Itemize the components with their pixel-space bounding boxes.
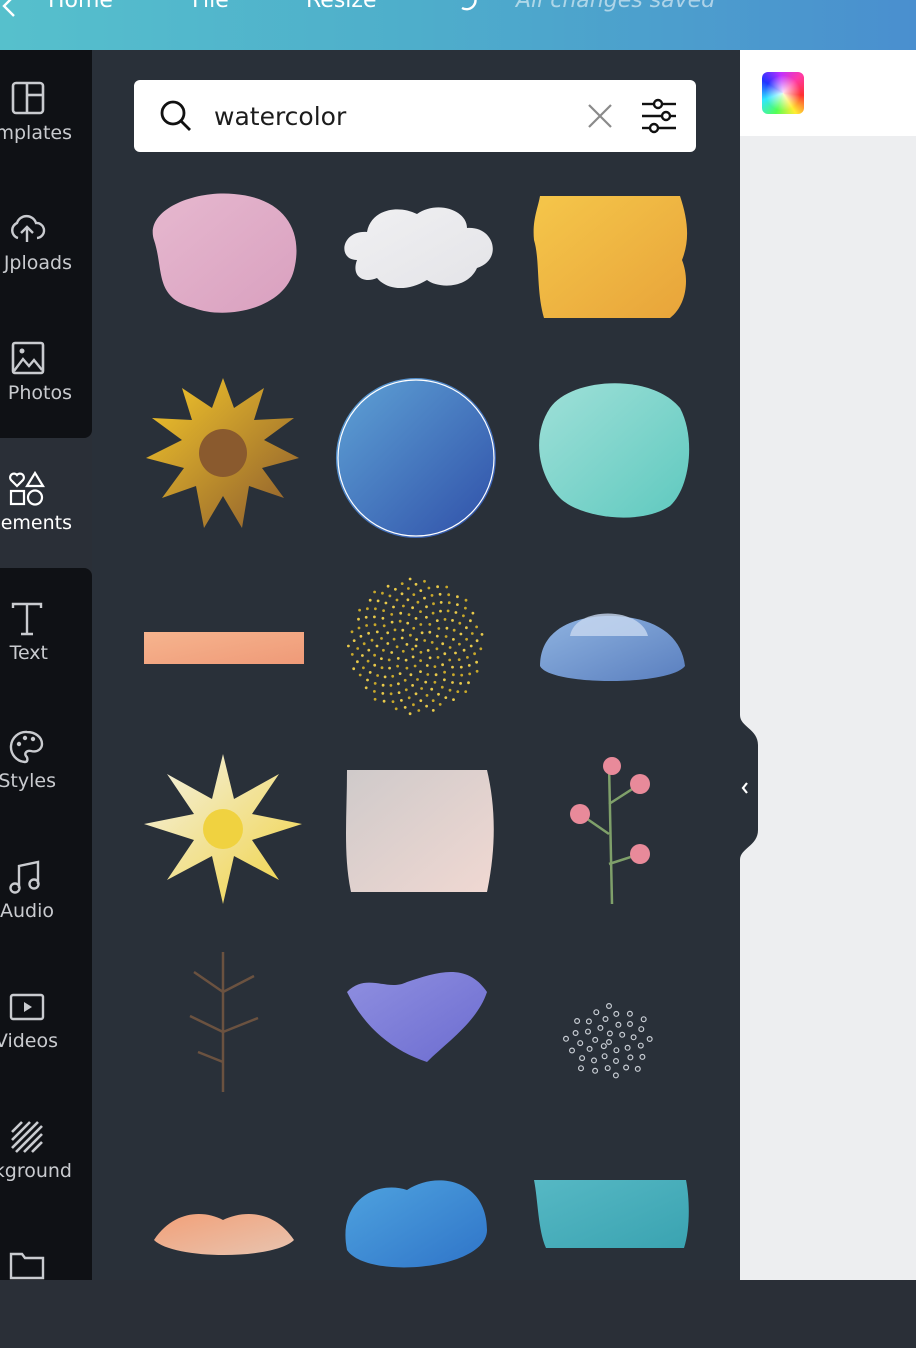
pink-flower-branch-thumbnail (570, 757, 650, 905)
result-sunflower[interactable] (134, 368, 312, 548)
sidebar-item-photos[interactable]: Photos (0, 310, 92, 440)
text-icon (11, 602, 43, 636)
brown-twig-branch-thumbnail (189, 952, 259, 1092)
sidebar-item-uploads[interactable]: Jploads (0, 180, 92, 310)
sunflower-thumbnail (146, 378, 299, 528)
result-floral-bouquet[interactable] (134, 1120, 312, 1300)
canvas-toolbar (740, 50, 916, 136)
result-pink-flower-branch[interactable] (520, 744, 698, 924)
search-bar (134, 80, 696, 152)
teal-brush-stroke-thumbnail (534, 1180, 689, 1248)
collapse-panel-button[interactable] (740, 715, 760, 860)
elements-shapes-icon (9, 470, 45, 506)
sidebar-item-folders[interactable] (0, 1218, 92, 1348)
result-pink-watercolor-blob[interactable] (134, 180, 312, 360)
home-button[interactable]: Home (48, 0, 113, 13)
white-dots-spray-thumbnail (562, 1002, 653, 1079)
templates-icon (11, 81, 45, 115)
sidebar-label: ements (0, 512, 72, 534)
palette-icon (9, 730, 44, 764)
sidebar-item-text[interactable]: Text (0, 570, 92, 700)
purple-watercolor-splash-thumbnail (347, 972, 487, 1062)
sidebar-label: Audio (0, 900, 54, 922)
undo-icon[interactable] (452, 0, 482, 16)
sidebar-item-styles[interactable]: Styles (0, 698, 92, 828)
daisy-flower-thumbnail (144, 754, 302, 904)
search-input[interactable] (214, 96, 574, 136)
result-purple-watercolor-splash[interactable] (327, 932, 505, 1112)
result-gold-glitter-splatter[interactable] (327, 556, 505, 736)
file-menu[interactable]: File (192, 0, 229, 13)
peach-brush-stroke-thumbnail (144, 632, 304, 664)
top-bar: Home File Resize All changes saved (0, 0, 916, 50)
floral-bouquet-thumbnail (154, 1214, 294, 1255)
music-note-icon (9, 860, 40, 894)
result-teal-watercolor-blob[interactable] (520, 368, 698, 548)
result-teal-brush-stroke[interactable] (520, 1120, 698, 1300)
pink-watercolor-blob-thumbnail (152, 193, 297, 313)
sidebar-item-audio[interactable]: Audio (0, 828, 92, 958)
result-daisy-flower[interactable] (134, 744, 312, 924)
resize-button[interactable]: Resize (306, 0, 377, 13)
color-picker-icon[interactable] (762, 72, 804, 114)
blue-watercolor-circle-thumbnail (335, 378, 496, 538)
elements-panel (92, 50, 740, 1280)
result-yellow-watercolor-square[interactable] (520, 180, 698, 360)
sidebar-item-background[interactable]: kground (0, 1088, 92, 1218)
sidebar-item-elements[interactable]: ements (0, 440, 92, 570)
result-grey-pink-wash[interactable] (327, 744, 505, 924)
folder-icon (9, 1252, 45, 1280)
result-peach-brush-stroke[interactable] (134, 556, 312, 736)
sidebar-label: Styles (0, 770, 56, 792)
sidebar-label: Jploads (3, 252, 72, 274)
background-stripes-icon (11, 1121, 43, 1153)
sidebar-label: Photos (7, 382, 72, 404)
upload-cloud-icon (11, 214, 46, 242)
filter-sliders-icon[interactable] (640, 98, 678, 134)
result-ufo-spaceship[interactable] (520, 556, 698, 736)
result-brown-twig-branch[interactable] (134, 932, 312, 1112)
white-cloud-thumbnail (344, 207, 493, 289)
search-icon[interactable] (158, 98, 194, 134)
sidebar-label: mplates (0, 122, 72, 144)
close-icon[interactable] (586, 102, 614, 130)
ufo-spaceship-thumbnail (540, 613, 685, 681)
sidebar-label: Videos (0, 1030, 58, 1052)
teal-watercolor-blob-thumbnail (539, 383, 690, 518)
grey-pink-wash-thumbnail (346, 770, 494, 892)
sidebar: mplates Jploads Photos ements Text Style… (0, 50, 92, 1280)
canvas-area (740, 50, 916, 1280)
sidebar-label: kground (0, 1160, 72, 1182)
result-white-dots-spray[interactable] (520, 932, 698, 1112)
yellow-watercolor-square-thumbnail (533, 196, 688, 318)
photo-icon (11, 341, 45, 375)
result-blue-watercolor-circle[interactable] (327, 368, 505, 548)
back-chevron-icon[interactable] (0, 0, 20, 18)
sidebar-item-videos[interactable]: Videos (0, 958, 92, 1088)
sidebar-item-templates[interactable]: mplates (0, 50, 92, 180)
save-status: All changes saved (516, 0, 716, 13)
result-blue-watercolor-splash[interactable] (327, 1120, 505, 1300)
video-icon (9, 993, 45, 1021)
sidebar-label: Text (9, 642, 48, 664)
gold-glitter-splatter-thumbnail (347, 577, 484, 716)
result-white-cloud[interactable] (327, 180, 505, 360)
blue-watercolor-splash-thumbnail (345, 1180, 487, 1268)
